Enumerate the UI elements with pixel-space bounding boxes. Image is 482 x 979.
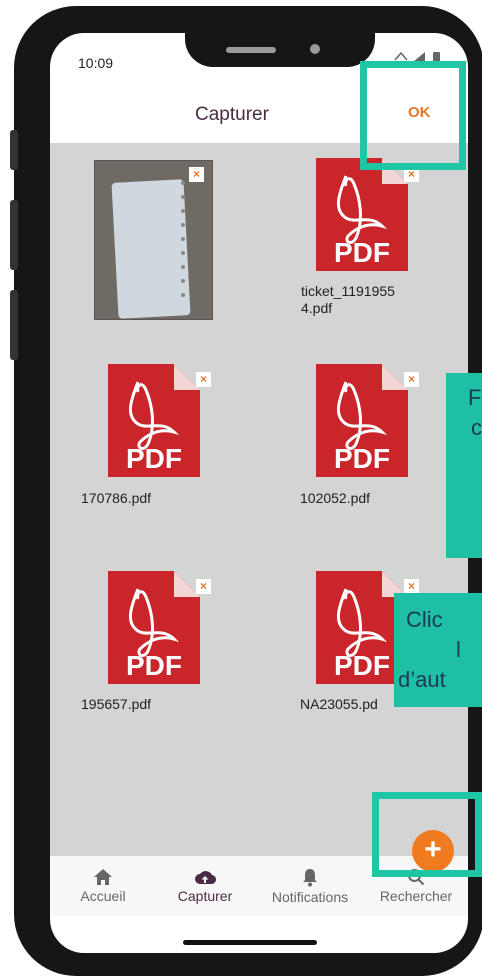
remove-icon[interactable]: × <box>404 579 419 594</box>
notch <box>185 33 375 67</box>
callout-card: F c <box>446 373 482 558</box>
remove-icon[interactable]: × <box>404 372 419 387</box>
callout-text: c <box>471 415 482 440</box>
svg-text:PDF: PDF <box>126 443 182 474</box>
file-name: ticket_1191955 4.pdf <box>301 283 395 317</box>
home-icon <box>94 869 112 885</box>
side-button <box>10 290 18 360</box>
nav-item-capturer[interactable]: Capturer <box>165 868 245 904</box>
nav-label: Rechercher <box>379 888 453 904</box>
cloud-upload-icon <box>195 871 216 885</box>
remove-icon[interactable]: × <box>196 579 211 594</box>
speaker <box>226 47 276 53</box>
file-name: 102052.pdf <box>300 490 371 506</box>
svg-text:PDF: PDF <box>126 650 182 681</box>
callout-text: F <box>468 385 482 410</box>
photo-thumbnail[interactable] <box>94 160 213 320</box>
file-name: 170786.pdf <box>81 490 152 506</box>
file-name: NA23055.pd <box>300 696 378 712</box>
highlight-box-add <box>372 792 482 877</box>
home-indicator <box>183 940 317 945</box>
svg-text:PDF: PDF <box>334 650 390 681</box>
status-time: 10:09 <box>78 55 114 71</box>
callout-card: Clic l d’aut <box>394 593 482 707</box>
remove-icon[interactable]: × <box>196 372 211 387</box>
remove-icon[interactable]: × <box>189 167 204 182</box>
pdf-file-icon[interactable]: PDF <box>316 364 408 477</box>
bell-icon <box>303 869 317 887</box>
side-button <box>10 200 18 270</box>
page-title: Capturer <box>195 104 269 125</box>
file-name-line: ticket_1191955 <box>301 283 395 299</box>
camera <box>310 44 320 54</box>
svg-text:PDF: PDF <box>334 237 390 268</box>
nav-label: Accueil <box>80 888 126 904</box>
nav-label: Notifications <box>271 889 349 905</box>
file-name: 195657.pdf <box>81 696 152 712</box>
callout-text: d’aut <box>398 667 446 692</box>
nav-label: Capturer <box>177 888 233 904</box>
nav-item-notifications[interactable]: Notifications <box>260 868 360 905</box>
side-button <box>10 130 18 170</box>
callout-text: l <box>456 637 461 662</box>
svg-text:PDF: PDF <box>334 443 390 474</box>
pdf-file-icon[interactable]: PDF <box>108 364 200 477</box>
nav-item-accueil[interactable]: Accueil <box>68 868 138 904</box>
file-name-line: 4.pdf <box>301 300 333 316</box>
callout-text: Clic <box>406 607 443 632</box>
pdf-file-icon[interactable]: PDF <box>108 571 200 684</box>
highlight-box-ok <box>360 61 466 170</box>
pdf-file-icon[interactable]: PDF <box>316 158 408 271</box>
